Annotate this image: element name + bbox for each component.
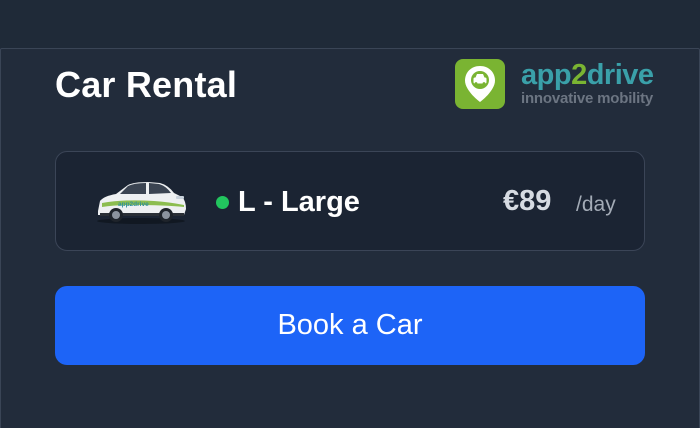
svg-text:app2drive: app2drive xyxy=(118,201,149,208)
price-value: €89 xyxy=(503,185,552,217)
card-title: Car Rental xyxy=(55,64,238,105)
availability-dot xyxy=(216,196,229,209)
brand-text: app2drive innovative mobility xyxy=(521,60,654,108)
book-car-button[interactable]: Book a Car xyxy=(55,286,645,365)
map-pin-car-icon xyxy=(455,59,505,109)
brand-name: app2drive xyxy=(521,60,654,90)
car-thumbnail: app2drive xyxy=(97,182,186,224)
brand-name-part: app xyxy=(521,59,572,91)
brand-logo: app2drive innovative mobility xyxy=(455,58,654,110)
brand-name-part: drive xyxy=(586,59,654,91)
top-strip xyxy=(0,0,700,48)
price-unit: /day xyxy=(576,193,616,216)
brand-tagline: innovative mobility xyxy=(521,90,654,107)
vehicle-class-label: L - Large xyxy=(238,186,360,218)
vehicle-option[interactable]: app2drive L - Large €89 /day xyxy=(55,151,645,251)
brand-name-part: 2 xyxy=(571,59,587,91)
